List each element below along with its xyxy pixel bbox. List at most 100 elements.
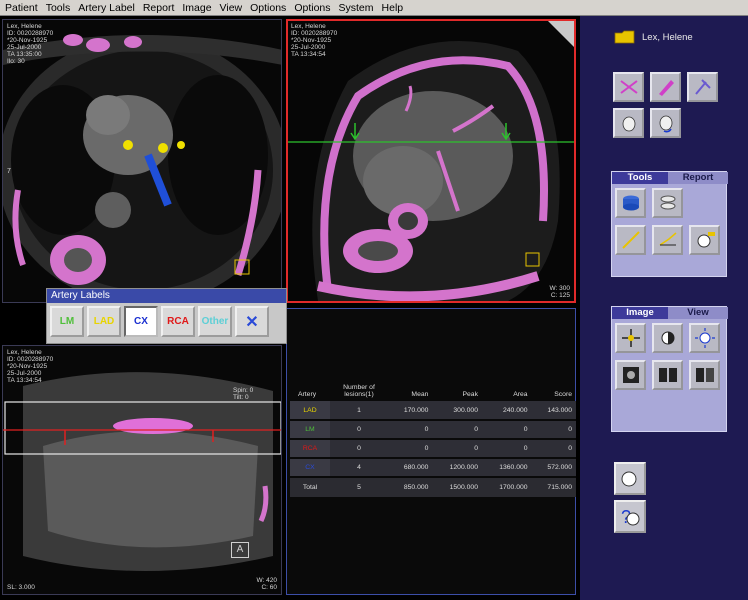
pen-icon	[694, 79, 711, 95]
info-line: TA 13:34:54	[291, 51, 326, 58]
menu-image[interactable]: Image	[178, 0, 215, 16]
patient-info-right: Lex, Helene ID: 0020288970 *20-Nov-1925 …	[291, 23, 337, 58]
menu-system[interactable]: System	[335, 0, 378, 16]
viewport-reformat[interactable]: Lex, Helene ID: 0020288970 *20-Nov-1925 …	[2, 345, 282, 595]
probe-tool-button[interactable]	[615, 225, 646, 255]
menu-help[interactable]: Help	[378, 0, 408, 16]
table-cell: 0	[388, 420, 433, 440]
label-other-button[interactable]: Other	[198, 306, 232, 337]
column-header: Peak	[462, 391, 478, 398]
table-cell: 4	[330, 458, 388, 478]
draw-roi-button[interactable]	[650, 72, 681, 102]
info-line: ID: 0020288970	[7, 356, 54, 363]
image-pair-icon	[658, 368, 677, 382]
table-cell: 0	[432, 439, 482, 459]
report-preview-button[interactable]	[614, 462, 646, 495]
table-row[interactable]: CX 4 680.000 1200.000 1360.000 572.000	[290, 458, 576, 478]
table-row[interactable]: RCA 0 0 0 0 0	[290, 439, 576, 459]
annotate-tool-button[interactable]	[689, 225, 720, 255]
table-cell: 143.000	[531, 401, 576, 421]
table-cell: 300.000	[432, 401, 482, 421]
spin-tilt-readout: Spin: 0 Tilt: 0	[233, 387, 253, 401]
window-width: W: 300	[549, 285, 570, 292]
table-cell: 5	[330, 477, 388, 497]
layout-single-button[interactable]	[615, 360, 646, 390]
contrast-icon	[661, 331, 674, 345]
cylinder-icon	[622, 195, 639, 211]
viewport-axial-right[interactable]: Lex, Helene ID: 0020288970 *20-Nov-1925 …	[286, 19, 576, 303]
menu-options-2[interactable]: Options	[290, 0, 334, 16]
rotate-tool-button[interactable]	[650, 108, 681, 138]
window-width: W: 420	[256, 577, 277, 584]
brightness-button[interactable]	[689, 323, 720, 353]
mass-tool-button[interactable]	[652, 188, 683, 218]
menu-tools[interactable]: Tools	[42, 0, 75, 16]
artery-label-buttons: LM LAD CX RCA Other ✕	[47, 303, 286, 340]
table-cell: 0	[432, 420, 482, 440]
window-center: C: 60	[261, 584, 277, 591]
table-cell: 1500.000	[432, 477, 482, 497]
layout-double-button[interactable]	[652, 360, 683, 390]
ct-axial-image-right	[288, 21, 574, 301]
menu-report[interactable]: Report	[139, 0, 179, 16]
label-lm-button[interactable]: LM	[50, 306, 84, 337]
volume-tool-button[interactable]	[615, 188, 646, 218]
info-line: Ilo: 30	[7, 58, 25, 65]
menu-view[interactable]: View	[216, 0, 247, 16]
table-cell: 1360.000	[481, 458, 532, 478]
table-cell: 1	[330, 401, 388, 421]
measure-icon	[659, 232, 676, 246]
label-lad-button[interactable]: LAD	[87, 306, 121, 337]
delete-lesion-button[interactable]	[613, 72, 644, 102]
table-cell: 0	[330, 439, 388, 459]
column-header: Number of lesions(1)	[343, 384, 375, 398]
image-layout-icon	[622, 367, 639, 383]
label-rca-button[interactable]: RCA	[161, 306, 195, 337]
folder-icon[interactable]	[614, 30, 636, 44]
info-line: TA 13:34:54	[7, 377, 42, 384]
table-cell: 0	[481, 420, 532, 440]
orientation-marker: 7	[7, 168, 11, 175]
crosshair-button[interactable]	[615, 323, 646, 353]
pan-tool-button[interactable]	[613, 108, 644, 138]
table-row[interactable]: LM 0 0 0 0 0	[290, 420, 576, 440]
table-cell: 1700.000	[481, 477, 532, 497]
right-tool-panel: Lex, Helene Tools Report Image View ?	[580, 16, 748, 600]
viewport-corner-fold[interactable]	[548, 21, 574, 47]
dialog-title[interactable]: Artery Labels	[47, 289, 286, 303]
menu-options-1[interactable]: Options	[246, 0, 290, 16]
menu-patient[interactable]: Patient	[0, 0, 42, 16]
tools-panel: Tools Report	[611, 171, 728, 277]
window-level-button[interactable]	[652, 323, 683, 353]
help-button[interactable]: ?	[614, 500, 646, 533]
measure-tool-button[interactable]	[652, 225, 683, 255]
tab-report[interactable]: Report	[668, 172, 728, 184]
info-line: 25-Jul-2000	[291, 44, 326, 51]
table-cell: 170.000	[388, 401, 433, 421]
close-icon[interactable]: ✕	[235, 306, 269, 337]
info-line: Lex, Helene	[291, 23, 326, 30]
info-line: *20-Nov-1925	[291, 37, 332, 44]
info-line: TA 13:35:00	[7, 51, 42, 58]
table-cell: 0	[330, 420, 388, 440]
menu-bar: Patient Tools Artery Label Report Image …	[0, 0, 748, 16]
label-cx-button[interactable]: CX	[124, 306, 158, 337]
image-compare-icon	[695, 368, 714, 382]
info-line: ID: 0020288970	[7, 30, 54, 37]
table-cell: 850.000	[388, 477, 433, 497]
layout-compare-button[interactable]	[689, 360, 720, 390]
edit-roi-button[interactable]	[687, 72, 718, 102]
image-panel: Image View	[611, 306, 728, 432]
tab-view[interactable]: View	[668, 307, 728, 319]
table-row[interactable]: LAD 1 170.000 300.000 240.000 143.000	[290, 401, 576, 421]
calcium-score-table: Artery Number of lesions(1) Mean Peak Ar…	[290, 379, 576, 497]
viewport-axial-left[interactable]: Lex, Helene ID: 0020288970 *20-Nov-1925 …	[2, 19, 282, 303]
tab-tools[interactable]: Tools	[612, 172, 668, 184]
stack-icon	[660, 195, 675, 210]
tab-image[interactable]: Image	[612, 307, 668, 319]
artery-cell: CX	[290, 458, 330, 478]
table-cell: 0	[531, 420, 576, 440]
menu-artery-label[interactable]: Artery Label	[74, 0, 139, 16]
table-cell: 715.000	[531, 477, 576, 497]
table-header-row: Artery Number of lesions(1) Mean Peak Ar…	[290, 379, 576, 401]
